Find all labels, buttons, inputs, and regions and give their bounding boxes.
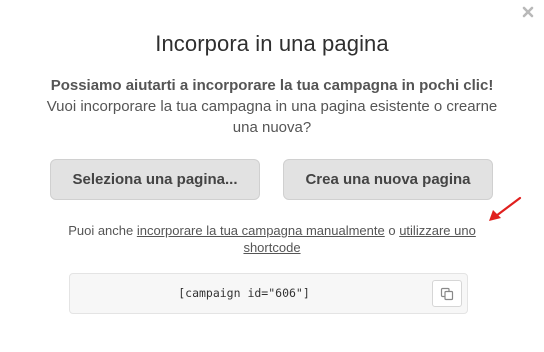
intro-text: Possiamo aiutarti a incorporare la tua c… — [0, 75, 544, 138]
close-icon — [522, 6, 534, 18]
intro-bold: Possiamo aiutarti a incorporare la tua c… — [50, 77, 494, 94]
alternative-middle: o — [384, 223, 400, 238]
copy-button[interactable] — [432, 280, 462, 307]
manual-embed-link[interactable]: incorporare la tua campagna manualmente — [137, 223, 385, 238]
shortcode-text[interactable]: [campaign id="606"] — [70, 274, 410, 313]
modal-title: Incorpora in una pagina — [155, 31, 389, 56]
close-button[interactable] — [521, 5, 535, 19]
select-page-button[interactable]: Seleziona una pagina... — [50, 159, 260, 200]
alternative-options: Puoi anche incorporare la tua campagna m… — [0, 222, 544, 256]
embed-modal: Incorpora in una pagina Possiamo aiutart… — [0, 0, 544, 352]
intro-description: Vuoi incorporare la tua campagna in una … — [46, 98, 498, 136]
copy-icon — [440, 287, 454, 300]
red-arrow-annotation — [489, 196, 522, 221]
alternative-prefix: Puoi anche — [68, 223, 137, 238]
create-page-button[interactable]: Crea una nuova pagina — [283, 159, 493, 200]
shortcode-box: [campaign id="606"] — [69, 273, 468, 314]
